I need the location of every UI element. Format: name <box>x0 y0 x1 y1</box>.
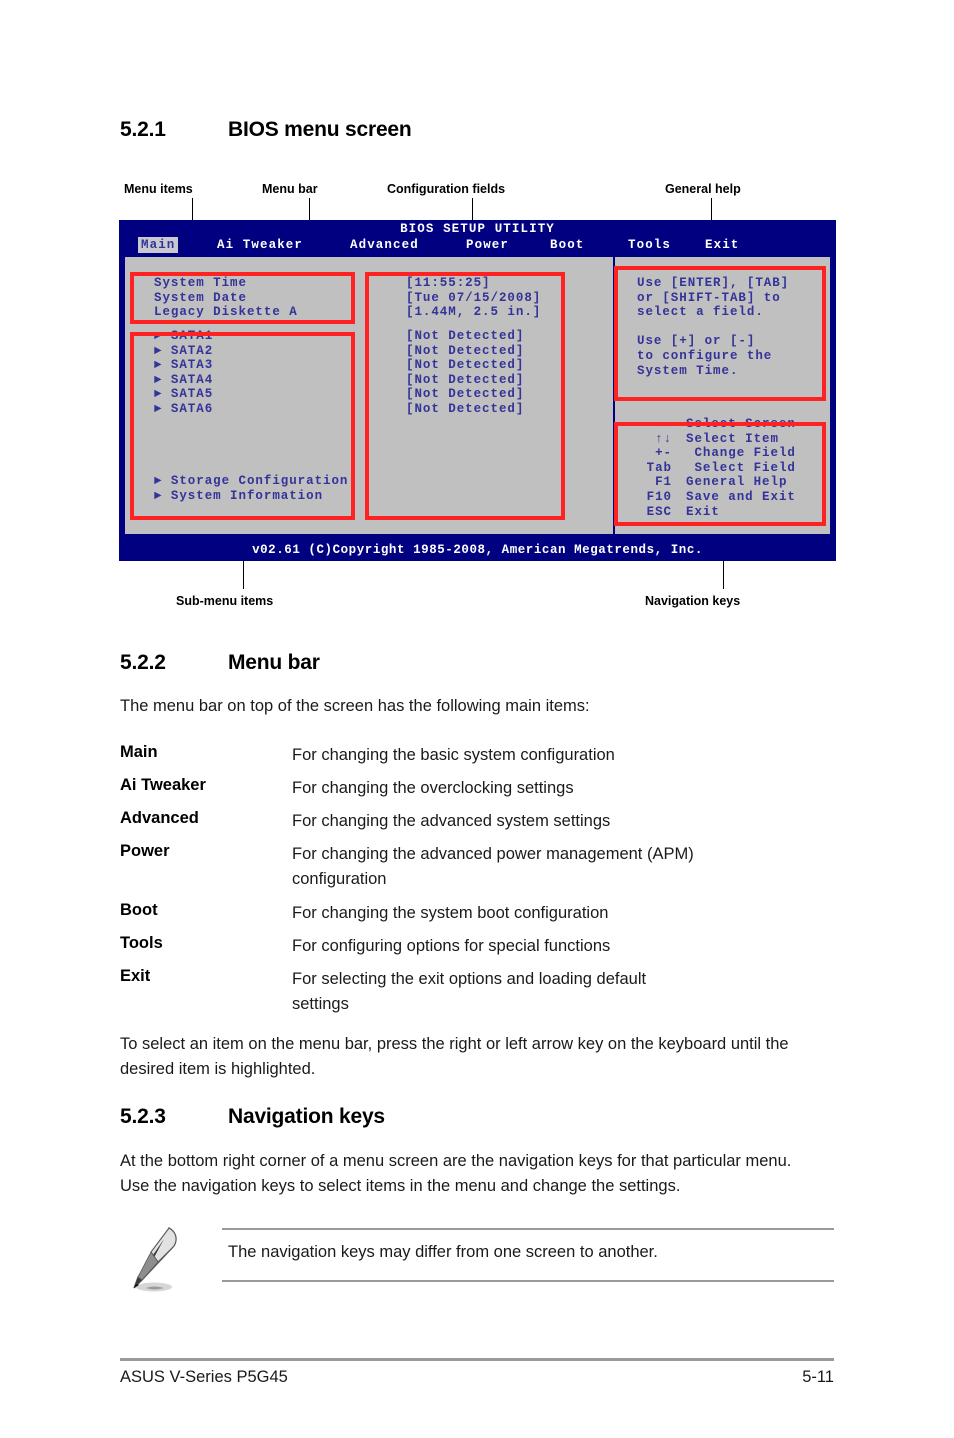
bios-copyright: v02.61 (C)Copyright 1985-2008, American … <box>252 543 703 557</box>
note-text: The navigation keys may differ from one … <box>228 1243 658 1261</box>
bios-footer-bar: v02.61 (C)Copyright 1985-2008, American … <box>119 540 836 561</box>
bios-menu-items-group-2[interactable]: ► SATA1 ► SATA2 ► SATA3 ► SATA4 ► SATA5 … <box>154 329 213 417</box>
bios-menu-items-group-1[interactable]: System Time System Date Legacy Diskette … <box>154 276 298 320</box>
bios-menu-bar: Main Ai Tweaker Advanced Power Boot Tool… <box>119 237 836 253</box>
footer-page-number: 5-11 <box>802 1368 834 1386</box>
section-title: BIOS menu screen <box>228 118 412 141</box>
def-term-exit: Exit <box>120 967 151 985</box>
def-term-ai-tweaker: Ai Tweaker <box>120 776 206 794</box>
pencil-note-icon <box>133 1227 177 1292</box>
def-term-tools: Tools <box>120 934 163 952</box>
callout-menu-items: Menu items <box>124 182 193 196</box>
def-desc-exit: For selecting the exit options and loadi… <box>292 970 647 1013</box>
section-number: 5.2.2 <box>120 651 166 674</box>
bios-panel-divider <box>613 257 615 534</box>
navigation-keys-paragraph: At the bottom right corner of a menu scr… <box>120 1152 792 1195</box>
bios-config-fields-group-2[interactable]: [Not Detected] [Not Detected] [Not Detec… <box>406 329 524 417</box>
section-heading-5-2-3: 5.2.3 Navigation keys <box>120 1105 385 1129</box>
def-desc-tools: For configuring options for special func… <box>292 937 611 955</box>
bios-tab-boot[interactable]: Boot <box>547 237 587 253</box>
section-heading-5-2-1: 5.2.1 BIOS menu screen <box>120 118 412 142</box>
bios-general-help: Use [ENTER], [TAB] or [SHIFT-TAB] to sel… <box>637 276 790 378</box>
callout-navigation-keys: Navigation keys <box>645 594 741 608</box>
section-heading-5-2-2: 5.2.2 Menu bar <box>120 651 320 675</box>
footer-product-name: ASUS V-Series P5G45 <box>120 1368 288 1386</box>
def-desc-boot: For changing the system boot configurati… <box>292 904 609 922</box>
callout-menu-bar: Menu bar <box>262 182 318 196</box>
bios-navigation-key-glyphs: ←→ ↑↓ +- Tab F1 F10 ESC <box>646 417 672 519</box>
section-number: 5.2.3 <box>120 1105 166 1128</box>
bios-navigation-key-labels: Select Screen Select Item Change Field S… <box>686 417 796 519</box>
def-term-advanced: Advanced <box>120 809 199 827</box>
menu-bar-outro-paragraph: To select an item on the menu bar, press… <box>120 1035 789 1078</box>
menu-bar-intro-paragraph: The menu bar on top of the screen has th… <box>120 697 590 715</box>
section-title: Navigation keys <box>228 1105 385 1128</box>
section-number: 5.2.1 <box>120 118 166 141</box>
section-title: Menu bar <box>228 651 320 674</box>
def-desc-main: For changing the basic system configurat… <box>292 746 615 764</box>
bios-tab-exit[interactable]: Exit <box>702 237 742 253</box>
bios-tab-tools[interactable]: Tools <box>625 237 674 253</box>
callout-general-help: General help <box>665 182 741 196</box>
def-term-boot: Boot <box>120 901 158 919</box>
footer-rule <box>120 1358 834 1361</box>
note-callout-box: The navigation keys may differ from one … <box>222 1228 834 1282</box>
def-desc-power: For changing the advanced power manageme… <box>292 845 694 888</box>
def-desc-advanced: For changing the advanced system setting… <box>292 812 611 830</box>
bios-tab-advanced[interactable]: Advanced <box>347 237 422 253</box>
def-term-power: Power <box>120 842 170 860</box>
callout-configuration-fields: Configuration fields <box>387 182 506 196</box>
bios-content-panel: System Time System Date Legacy Diskette … <box>123 255 832 536</box>
def-term-main: Main <box>120 743 158 761</box>
def-desc-ai-tweaker: For changing the overclocking settings <box>292 779 574 797</box>
document-page: 5.2.1 BIOS menu screen Menu items Menu ba… <box>0 0 954 1438</box>
bios-setup-screen: BIOS SETUP UTILITY Main Ai Tweaker Advan… <box>119 220 836 561</box>
bios-tab-ai-tweaker[interactable]: Ai Tweaker <box>214 237 306 253</box>
bios-submenu-items[interactable]: ► Storage Configuration ► System Informa… <box>154 474 348 503</box>
bios-tab-main[interactable]: Main <box>138 237 179 253</box>
bios-tab-power[interactable]: Power <box>463 237 512 253</box>
bios-title: BIOS SETUP UTILITY <box>400 222 555 236</box>
callout-sub-menu-items: Sub-menu items <box>176 594 274 608</box>
bios-config-fields-group-1[interactable]: [11:55:25] [Tue 07/15/2008] [1.44M, 2.5 … <box>406 276 541 320</box>
